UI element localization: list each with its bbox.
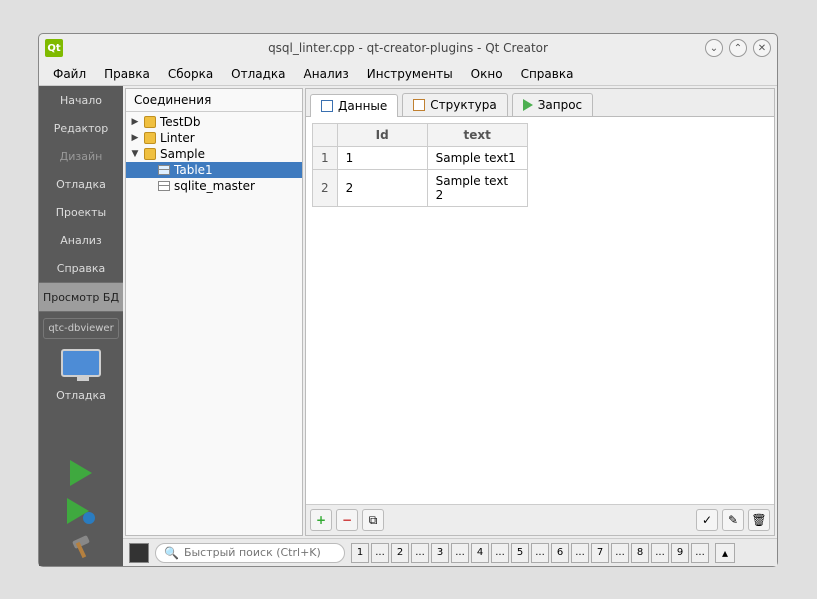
pager-button[interactable]: ... [371,543,389,563]
pager-button[interactable]: ... [531,543,549,563]
tree-node-table1[interactable]: Table1 [126,162,302,178]
pager-button[interactable]: 2 [391,543,409,563]
grid-row[interactable]: 1 1 Sample text1 [313,147,528,170]
menu-edit[interactable]: Правка [96,64,158,84]
target-icon[interactable] [61,349,101,377]
debug-label: Отладка [39,381,123,409]
search-icon: 🔍 [164,546,179,560]
grid-header-id[interactable]: Id [337,124,427,147]
menubar: Файл Правка Сборка Отладка Анализ Инстру… [39,62,777,86]
commit-button[interactable]: ✓ [696,509,718,531]
mode-help[interactable]: Справка [39,254,123,282]
pager-button[interactable]: 6 [551,543,569,563]
grid-row[interactable]: 2 2 Sample text 2 [313,170,528,207]
pager-button[interactable]: ... [611,543,629,563]
close-button[interactable]: ✕ [753,39,771,57]
query-icon [523,99,533,111]
structure-icon [413,99,425,111]
grid-cell[interactable]: Sample text1 [427,147,527,170]
data-icon [321,100,333,112]
output-pager: 1...2...3...4...5...6...7...8...9... [351,543,709,563]
mode-projects[interactable]: Проекты [39,198,123,226]
minimize-button[interactable]: ⌄ [705,39,723,57]
grid-cell[interactable]: 2 [337,170,427,207]
pager-button[interactable]: ... [491,543,509,563]
pager-button[interactable]: 4 [471,543,489,563]
pager-button[interactable]: ... [451,543,469,563]
window-title: qsql_linter.cpp - qt-creator-plugins - Q… [268,41,548,55]
revert-button[interactable]: ✎ [722,509,744,531]
quick-search[interactable]: 🔍 [155,543,345,563]
statusbar: 🔍 1...2...3...4...5...6...7...8...9... ▴ [123,538,777,566]
menu-analyze[interactable]: Анализ [296,64,357,84]
build-button[interactable] [69,536,93,560]
grid-header-text[interactable]: text [427,124,527,147]
tree-node-testdb[interactable]: ▶TestDb [126,114,302,130]
pager-button[interactable]: 8 [631,543,649,563]
table-icon [158,165,170,175]
pager-button[interactable]: 9 [671,543,689,563]
tree-node-linter[interactable]: ▶Linter [126,130,302,146]
tree-node-sqlitemaster[interactable]: sqlite_master [126,178,302,194]
mode-sidebar: Начало Редактор Дизайн Отладка Проекты А… [39,86,123,566]
app-icon: Qt [45,39,63,57]
grid-corner [313,124,338,147]
refresh-button[interactable]: 🗑 [748,509,770,531]
connections-title: Соединения [126,89,302,112]
mode-design[interactable]: Дизайн [39,142,123,170]
delete-row-button[interactable]: − [336,509,358,531]
search-input[interactable] [184,546,336,559]
mode-debug[interactable]: Отладка [39,170,123,198]
menu-debug[interactable]: Отладка [223,64,293,84]
pager-button[interactable]: 7 [591,543,609,563]
database-icon [144,148,156,160]
run-debug-button[interactable] [67,498,95,524]
menu-file[interactable]: Файл [45,64,94,84]
menu-window[interactable]: Окно [463,64,511,84]
data-panel: Данные Структура Запрос Id text [305,88,775,536]
menu-help[interactable]: Справка [513,64,582,84]
connections-panel: Соединения ▶TestDb ▶Linter ▼Sample Table… [125,88,303,536]
data-toolbar: + − ⧉ ✓ ✎ 🗑 [306,504,774,535]
pager-button[interactable]: 1 [351,543,369,563]
database-icon [144,116,156,128]
pager-button[interactable]: 5 [511,543,529,563]
grid-cell[interactable]: 1 [337,147,427,170]
mode-dbview[interactable]: Просмотр БД [39,283,123,311]
pager-button[interactable]: ... [651,543,669,563]
pager-button[interactable]: ... [411,543,429,563]
expand-output-button[interactable]: ▴ [715,543,735,563]
pager-button[interactable]: ... [691,543,709,563]
menu-build[interactable]: Сборка [160,64,221,84]
run-button[interactable] [70,460,92,486]
main-window: Qt qsql_linter.cpp - qt-creator-plugins … [38,33,778,567]
grid-rownum: 2 [313,170,338,207]
output-toggle[interactable] [129,543,149,563]
tab-structure[interactable]: Структура [402,93,507,116]
mode-editor[interactable]: Редактор [39,114,123,142]
data-tabs: Данные Структура Запрос [306,89,774,117]
data-grid: Id text 1 1 Sample text1 2 2 [312,123,528,207]
database-icon [144,132,156,144]
table-icon [158,181,170,191]
pager-button[interactable]: 3 [431,543,449,563]
mode-analyze[interactable]: Анализ [39,226,123,254]
connections-tree: ▶TestDb ▶Linter ▼Sample Table1 sqlite_ma… [126,112,302,535]
grid-rownum: 1 [313,147,338,170]
maximize-button[interactable]: ⌃ [729,39,747,57]
tab-data[interactable]: Данные [310,94,398,117]
copy-button[interactable]: ⧉ [362,509,384,531]
add-row-button[interactable]: + [310,509,332,531]
grid-cell[interactable]: Sample text 2 [427,170,527,207]
tree-node-sample[interactable]: ▼Sample [126,146,302,162]
tab-query[interactable]: Запрос [512,93,593,116]
titlebar: Qt qsql_linter.cpp - qt-creator-plugins … [39,34,777,62]
pager-button[interactable]: ... [571,543,589,563]
menu-tools[interactable]: Инструменты [359,64,461,84]
project-selector[interactable]: qtc-dbviewer [43,318,119,339]
mode-welcome[interactable]: Начало [39,86,123,114]
